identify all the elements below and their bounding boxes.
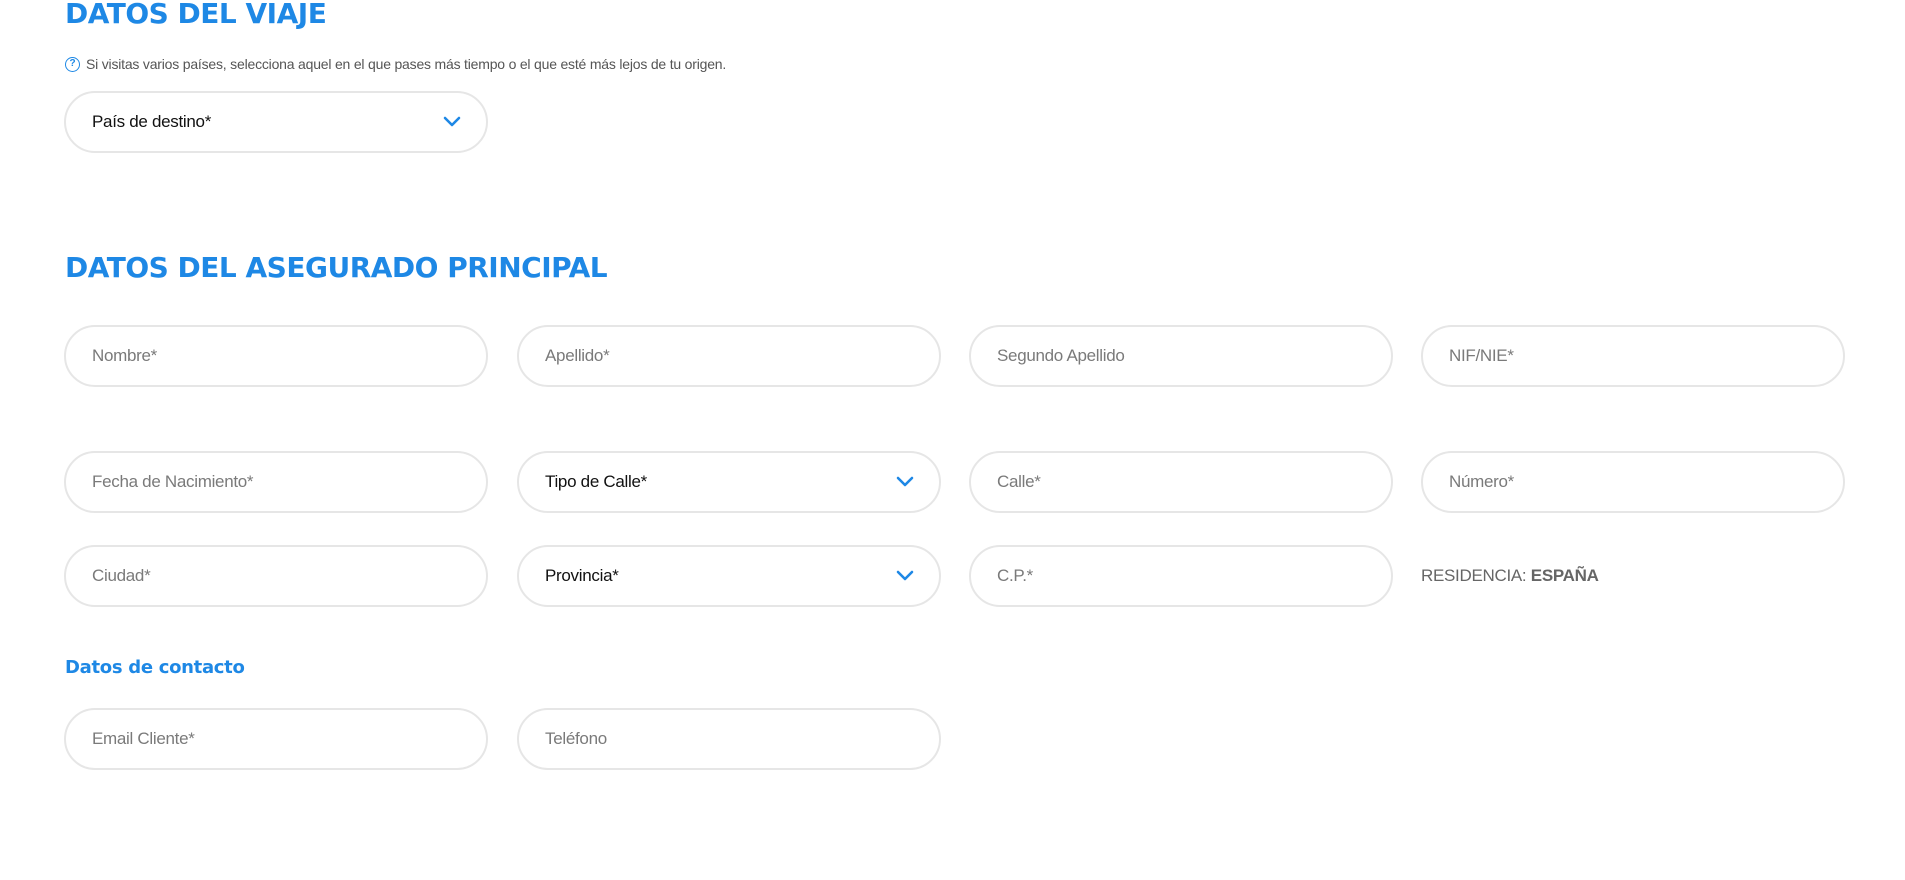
province-label: Provincia* xyxy=(545,566,619,585)
residence-value: ESPAÑA xyxy=(1530,566,1599,585)
residence-label: RESIDENCIA: xyxy=(1421,566,1527,585)
city-input[interactable]: Ciudad* xyxy=(64,545,488,607)
travel-hint-text: Si visitas varios países, selecciona aqu… xyxy=(86,56,727,72)
last-name-placeholder: Apellido* xyxy=(545,346,610,365)
street-type-label: Tipo de Calle* xyxy=(545,472,647,491)
residence-info: RESIDENCIA: ESPAÑA xyxy=(1421,566,1599,586)
city-placeholder: Ciudad* xyxy=(92,566,151,585)
question-circle-icon: ? xyxy=(65,56,80,72)
contact-section-title: Datos de contacto xyxy=(65,657,245,678)
street-type-select[interactable]: Tipo de Calle* xyxy=(517,451,941,513)
travel-section-title: DATOS DEL VIAJE xyxy=(65,0,327,30)
email-input[interactable]: Email Cliente* xyxy=(64,708,488,770)
destination-country-select[interactable]: País de destino* xyxy=(64,91,488,153)
phone-input[interactable]: Teléfono xyxy=(517,708,941,770)
birth-date-placeholder: Fecha de Nacimiento* xyxy=(92,472,254,491)
last-name-input[interactable]: Apellido* xyxy=(517,325,941,387)
province-select[interactable]: Provincia* xyxy=(517,545,941,607)
travel-hint: ? Si visitas varios países, selecciona a… xyxy=(65,56,726,72)
second-last-name-placeholder: Segundo Apellido xyxy=(997,346,1125,365)
destination-country-label: País de destino* xyxy=(92,112,212,131)
second-last-name-input[interactable]: Segundo Apellido xyxy=(969,325,1393,387)
chevron-down-icon xyxy=(442,112,462,132)
email-placeholder: Email Cliente* xyxy=(92,729,195,748)
postal-code-input[interactable]: C.P.* xyxy=(969,545,1393,607)
nif-input[interactable]: NIF/NIE* xyxy=(1421,325,1845,387)
chevron-down-icon xyxy=(895,472,915,492)
phone-placeholder: Teléfono xyxy=(545,729,607,748)
street-number-placeholder: Número* xyxy=(1449,472,1514,491)
postal-code-placeholder: C.P.* xyxy=(997,566,1033,585)
first-name-placeholder: Nombre* xyxy=(92,346,157,365)
street-number-input[interactable]: Número* xyxy=(1421,451,1845,513)
nif-placeholder: NIF/NIE* xyxy=(1449,346,1514,365)
street-placeholder: Calle* xyxy=(997,472,1041,491)
first-name-input[interactable]: Nombre* xyxy=(64,325,488,387)
insured-section-title: DATOS DEL ASEGURADO PRINCIPAL xyxy=(65,251,608,284)
birth-date-input[interactable]: Fecha de Nacimiento* xyxy=(64,451,488,513)
street-input[interactable]: Calle* xyxy=(969,451,1393,513)
chevron-down-icon xyxy=(895,566,915,586)
